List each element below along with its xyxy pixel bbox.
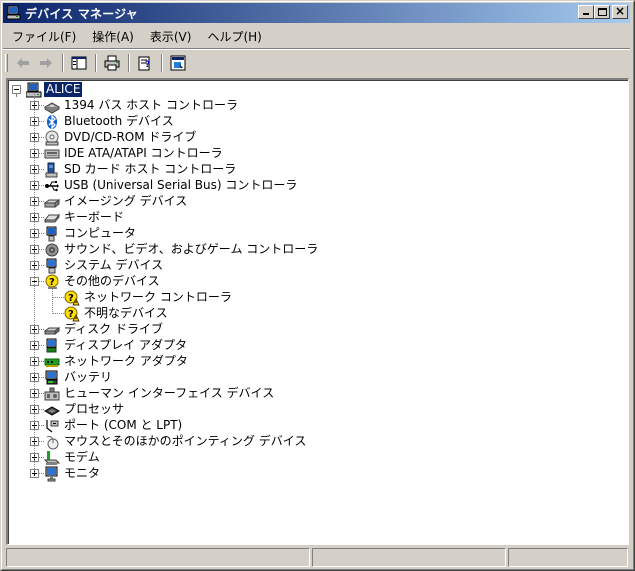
forward-icon [40,58,52,68]
speaker-icon [44,242,60,258]
processor-icon [43,402,61,418]
warning-device-icon: ? [64,306,80,322]
toolbar-separator [62,54,64,72]
tree-item-computer-small[interactable]: コンピュータ [62,226,138,241]
warning-device-icon: ? [64,290,80,306]
tree-item-bus-controller[interactable]: 1394 バス ホスト コントローラ [62,98,240,113]
disk-drive-icon [43,322,61,338]
help-button[interactable] [167,53,189,73]
help-icon [170,55,186,71]
tree-item-unknown-device[interactable]: その他のデバイス [62,274,162,289]
tree-item-system-device[interactable]: システム デバイス [62,258,165,273]
tree-item-display-adapter[interactable]: ディスプレイ アダプタ [62,338,189,353]
tree-item-ide-controller[interactable]: IDE ATA/ATAPI コントローラ [62,146,225,161]
sd-card-icon [44,162,60,178]
usb-icon [44,178,60,194]
status-panel-main [6,548,310,567]
menu-action[interactable]: 操作(A) [85,27,141,47]
show-hide-tree-icon [71,56,87,70]
ide-controller-icon [44,146,60,162]
menu-bar: ファイル(F) 操作(A) 表示(V) ヘルプ(H) [3,25,630,50]
bluetooth-icon [44,114,60,130]
close-button[interactable]: × [612,4,628,19]
tree-item-usb[interactable]: USB (Universal Serial Bus) コントローラ [62,178,299,193]
properties-button[interactable]: ? [134,53,156,73]
device-manager-app-icon [6,5,22,21]
tree-root-label[interactable]: ALICE [42,81,84,98]
svg-text:?: ? [68,293,74,304]
maximize-icon [598,8,607,16]
properties-icon: ? [138,56,150,71]
tree-connector-line [52,313,64,314]
maximize-button[interactable] [594,5,610,19]
scanner-icon [43,194,61,210]
tree-item-mouse[interactable]: マウスとそのほかのポインティング デバイス [62,434,308,449]
tree-item-bluetooth[interactable]: Bluetooth デバイス [62,114,176,129]
tree-item-speaker[interactable]: サウンド、ビデオ、およびゲーム コントローラ [62,242,320,257]
device-tree: ALICE 1394 バス ホスト コントローラ Bluetooth デバイス DVD… [8,80,628,544]
menu-view[interactable]: 表示(V) [143,27,199,47]
tree-item-network-adapter[interactable]: ネットワーク アダプタ [62,354,190,369]
modem-icon [43,450,61,466]
monitor-icon [44,466,60,482]
forward-button[interactable] [35,53,57,73]
toolbar-grip[interactable] [5,54,8,72]
svg-text:?: ? [68,309,74,320]
tree-connector-line [52,297,64,298]
display-adapter-icon [44,338,60,354]
toolbar-separator [128,54,130,72]
port-icon [44,418,60,434]
window-controls: × [578,4,628,19]
menu-help[interactable]: ヘルプ(H) [200,27,268,47]
status-bar [6,548,630,567]
tree-connector-line [16,94,17,96]
keyboard-icon [43,210,61,226]
toolbar: ? [3,51,630,75]
hid-icon [44,386,60,402]
battery-icon [44,370,60,386]
device-manager-window: デバイス マネージャ × ファイル(F) 操作(A) 表示(V) ヘルプ(H) [0,0,635,571]
tree-item-disk-drive[interactable]: ディスク ドライブ [62,322,165,337]
tree-child-item[interactable]: ネットワーク コントローラ [82,290,234,305]
status-panel-middle [312,548,506,567]
window-title: デバイス マネージャ [25,6,138,21]
tree-connector-line [52,288,53,314]
system-device-icon [44,258,60,274]
close-icon: × [614,4,626,18]
tree-item-monitor[interactable]: モニタ [62,466,102,481]
back-icon [17,58,29,68]
tree-item-keyboard[interactable]: キーボード [62,210,126,225]
title-bar[interactable]: デバイス マネージャ × [3,3,630,23]
tree-child-item[interactable]: 不明なデバイス [82,306,170,321]
print-icon [104,55,120,71]
computer-small-icon [44,226,60,242]
toolbar-separator [95,54,97,72]
svg-text:?: ? [145,60,150,70]
tree-item-hid[interactable]: ヒューマン インターフェイス デバイス [62,386,276,401]
tree-item-battery[interactable]: バッテリ [62,370,114,385]
svg-text:?: ? [49,277,55,288]
tree-item-processor[interactable]: プロセッサ [62,402,126,417]
network-adapter-icon [44,354,60,370]
tree-connector-line [34,94,35,473]
print-button[interactable] [101,53,123,73]
minimize-icon [583,13,589,15]
menu-file[interactable]: ファイル(F) [5,27,83,47]
tree-item-scanner[interactable]: イメージング デバイス [62,194,189,209]
mouse-icon [44,434,60,450]
tree-item-cdrom[interactable]: DVD/CD-ROM ドライブ [62,130,198,145]
tree-item-modem[interactable]: モデム [62,450,102,465]
bus-controller-icon [43,98,61,114]
tree-item-sd-card[interactable]: SD カード ホスト コントローラ [62,162,238,177]
back-button[interactable] [12,53,34,73]
show-hide-tree-button[interactable] [68,53,90,73]
collapse-toggle-icon[interactable] [12,85,21,94]
cdrom-icon [44,130,60,146]
status-panel-right [508,548,628,567]
toolbar-separator [161,54,163,72]
minimize-button[interactable] [578,5,594,19]
tree-item-port[interactable]: ポート (COM と LPT) [62,418,184,433]
device-tree-pane[interactable]: ALICE 1394 バス ホスト コントローラ Bluetooth デバイス DVD… [6,78,629,545]
